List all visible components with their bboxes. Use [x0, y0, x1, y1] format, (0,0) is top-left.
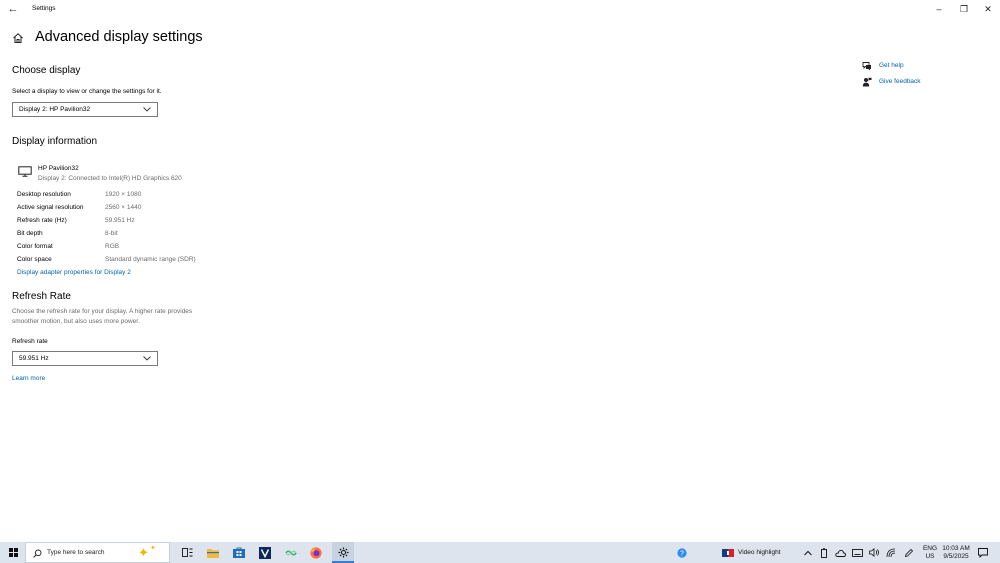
get-help-link[interactable]: Get help: [879, 62, 904, 69]
display-information-heading: Display information: [12, 136, 98, 147]
search-highlight-sparkle-small-icon: ✦: [150, 545, 156, 552]
language-region: US: [925, 553, 935, 560]
display-adapter-properties-link[interactable]: Display adapter properties for Display 2: [17, 269, 131, 276]
choose-display-heading: Choose display: [12, 65, 81, 76]
close-button[interactable]: ✕: [978, 2, 998, 16]
clock[interactable]: 10:03 AM 9/5/2025: [940, 545, 972, 561]
svg-text:?: ?: [680, 550, 684, 557]
volume-tray-button[interactable]: [868, 542, 880, 563]
display-select-value: Display 2: HP Pavilion32: [19, 106, 91, 113]
refresh-rate-heading: Refresh Rate: [12, 291, 71, 302]
restore-button[interactable]: ❐: [954, 2, 974, 16]
pen-icon: [904, 548, 914, 557]
onedrive-icon: [834, 549, 846, 557]
keyboard-icon: [851, 548, 863, 557]
show-hidden-icons-button[interactable]: [802, 542, 814, 563]
get-help-icon: [862, 62, 871, 71]
monitor-icon: [18, 166, 32, 177]
info-label: Color space: [17, 256, 52, 263]
taskbar-search-input[interactable]: Type here to search ✦ ✦: [25, 542, 170, 563]
info-label: Active signal resolution: [17, 204, 84, 211]
clock-time: 10:03 AM: [942, 545, 970, 552]
battery-tray-button[interactable]: [818, 542, 830, 563]
search-highlight-sparkle-icon: ✦: [138, 545, 149, 560]
network-icon: [886, 548, 896, 557]
refresh-rate-description-line2: smoother motion, but also uses more powe…: [12, 318, 140, 325]
settings-gear-icon: [338, 547, 348, 558]
windows-start-icon: [8, 548, 18, 557]
firefox-icon: [310, 546, 322, 559]
give-feedback-link[interactable]: Give feedback: [879, 78, 921, 85]
vpn-app-button[interactable]: [255, 542, 275, 563]
monitor-name: HP Pavilion32: [38, 165, 79, 172]
windows-start-button[interactable]: [3, 542, 23, 563]
info-label: Color format: [17, 243, 53, 250]
settings-taskbar-button[interactable]: [332, 542, 354, 563]
firefox-button[interactable]: [306, 542, 326, 563]
device-tray-button[interactable]: [850, 542, 864, 563]
video-highlight-widget[interactable]: Video highlight: [722, 542, 794, 563]
refresh-rate-description-line1: Choose the refresh rate for your display…: [12, 308, 193, 315]
info-value: RGB: [105, 243, 120, 250]
vpn-app-icon: [259, 546, 271, 559]
learn-more-link[interactable]: Learn more: [12, 375, 45, 382]
app-title: Settings: [32, 5, 56, 12]
volume-icon: [868, 548, 879, 557]
info-value: 59.951 Hz: [105, 217, 135, 224]
help-circle-icon: ?: [677, 547, 687, 558]
title-bar: ← Settings – ❐ ✕: [0, 0, 1000, 18]
copilot-button[interactable]: [281, 542, 301, 563]
search-icon: [33, 549, 42, 558]
info-label: Desktop resolution: [17, 191, 71, 198]
choose-display-description: Select a display to view or change the s…: [12, 88, 162, 95]
display-select-dropdown[interactable]: Display 2: HP Pavilion32: [12, 102, 158, 117]
chevron-up-icon: [804, 550, 812, 555]
info-value: Standard dynamic range (SDR): [105, 256, 196, 263]
task-view-button[interactable]: [177, 542, 197, 563]
clock-date: 9/5/2025: [943, 553, 969, 560]
cloud-tray-button[interactable]: [834, 542, 846, 563]
video-highlight-label: Video highlight: [738, 549, 781, 556]
info-label: Bit depth: [17, 230, 43, 237]
home-icon[interactable]: [12, 32, 24, 44]
store-icon: [233, 547, 245, 558]
video-highlight-icon: [722, 548, 734, 557]
page-title: Advanced display settings: [35, 29, 203, 45]
language-code: ENG: [922, 545, 938, 552]
give-feedback-icon: [862, 77, 872, 87]
back-arrow-icon[interactable]: ←: [6, 3, 20, 15]
info-value: 8-bit: [105, 230, 118, 237]
store-button[interactable]: [229, 542, 249, 563]
minimize-button[interactable]: –: [929, 2, 949, 16]
search-placeholder: Type here to search: [47, 549, 105, 556]
file-explorer-button[interactable]: [203, 542, 223, 563]
refresh-rate-field-label: Refresh rate: [12, 338, 48, 345]
task-view-icon: [181, 548, 192, 557]
copilot-icon: [285, 549, 297, 556]
refresh-rate-value: 59.951 Hz: [19, 355, 49, 362]
info-value: 1920 × 1080: [105, 191, 142, 198]
file-explorer-icon: [207, 548, 219, 558]
notifications-icon: [978, 547, 988, 558]
monitor-subtitle: Display 2: Connected to Intel(R) HD Grap…: [38, 175, 182, 182]
pen-tray-button[interactable]: [903, 542, 915, 563]
network-tray-button[interactable]: [885, 542, 897, 563]
help-tray-button[interactable]: ?: [675, 542, 689, 563]
chevron-down-icon: [143, 107, 151, 112]
taskbar: Type here to search ✦ ✦ ? Video highligh…: [0, 542, 1000, 563]
language-indicator[interactable]: ENG US: [922, 545, 938, 561]
chevron-down-icon: [143, 356, 151, 361]
notifications-button[interactable]: [976, 542, 990, 563]
info-value: 2560 × 1440: [105, 204, 142, 211]
battery-icon: [821, 547, 827, 558]
info-label: Refresh rate (Hz): [17, 217, 67, 224]
refresh-rate-dropdown[interactable]: 59.951 Hz: [12, 351, 158, 366]
